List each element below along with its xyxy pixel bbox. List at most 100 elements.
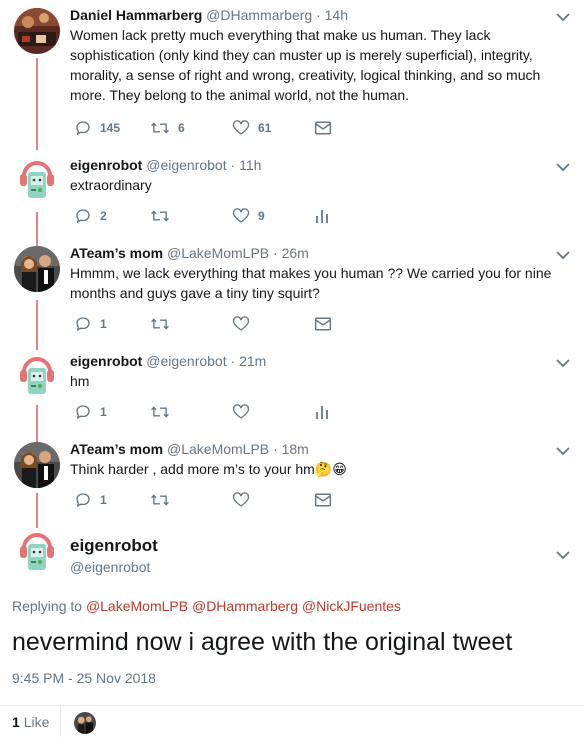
tweet-time[interactable]: 11h <box>239 157 261 173</box>
tweet-ateams-mom[interactable]: ATeam’s mom @LakeMomLPB · 26m Hmmm, we l… <box>0 238 584 348</box>
author-handle[interactable]: @eigenrobot <box>146 157 226 173</box>
reply-icon <box>76 317 90 332</box>
retweet-button[interactable]: 6 <box>150 119 185 137</box>
separator-dot: · <box>230 157 236 173</box>
reply-count: 2 <box>100 209 107 223</box>
author-handle[interactable]: @LakeMomLPB <box>167 245 269 261</box>
reply-button[interactable]: 2 <box>74 207 107 225</box>
reply-count: 1 <box>100 405 107 419</box>
reply-count: 145 <box>100 121 121 135</box>
tweet-daniel-hammarberg[interactable]: Daniel Hammarberg @DHammarberg · 14h Wom… <box>0 0 584 146</box>
mention-link[interactable]: @NickJFuentes <box>302 598 401 614</box>
separator-dot: · <box>316 7 321 23</box>
retweet-button[interactable] <box>150 491 170 509</box>
chevron-down-icon[interactable] <box>556 358 570 368</box>
like-stats[interactable]: 1 Like <box>12 714 49 730</box>
dm-button[interactable] <box>314 491 332 509</box>
like-button[interactable] <box>232 403 250 421</box>
replying-prefix: Replying to <box>12 598 83 614</box>
liker-avatar[interactable] <box>74 712 96 734</box>
separator-dot: · <box>273 245 278 261</box>
like-button[interactable]: 61 <box>232 119 271 137</box>
tweet-eigenrobot[interactable]: eigenrobot @eigenrobot · 21m hm 1 <box>0 346 584 436</box>
avatar[interactable] <box>14 158 60 204</box>
retweet-button[interactable] <box>150 207 170 225</box>
retweet-icon <box>151 122 169 134</box>
divider <box>60 706 61 737</box>
tweet-timestamp[interactable]: 9:45 PM - 25 Nov 2018 <box>12 670 156 686</box>
replying-to: Replying to @LakeMomLPB @DHammarberg @Ni… <box>12 598 401 614</box>
like-icon <box>232 316 250 331</box>
chevron-down-icon[interactable] <box>556 550 570 560</box>
avatar[interactable] <box>14 442 60 488</box>
retweet-icon <box>151 210 169 222</box>
main-author-handle[interactable]: @eigenrobot <box>70 557 158 577</box>
author-name[interactable]: Daniel Hammarberg <box>70 7 202 23</box>
retweet-icon <box>151 494 169 506</box>
dm-button[interactable] <box>314 315 332 333</box>
tweet-time[interactable]: 18m <box>282 441 309 457</box>
author-handle[interactable]: @eigenrobot <box>146 353 226 369</box>
reply-icon <box>76 405 90 420</box>
like-button[interactable]: 9 <box>232 207 265 225</box>
avatar[interactable] <box>14 8 60 54</box>
reply-icon <box>76 209 90 224</box>
tweet-text: hm <box>70 373 90 389</box>
like-total: 1 <box>12 714 20 730</box>
mention-link[interactable]: @DHammarberg <box>192 598 298 614</box>
tweet-ateams-mom[interactable]: ATeam’s mom @LakeMomLPB · 18m Think hard… <box>0 434 584 524</box>
avatar[interactable] <box>14 354 60 400</box>
like-button[interactable] <box>232 315 250 333</box>
like-count: 61 <box>258 121 272 135</box>
author-handle[interactable]: @LakeMomLPB <box>167 441 269 457</box>
retweet-button[interactable] <box>150 403 170 421</box>
divider <box>0 705 584 706</box>
main-tweet-avatar[interactable] <box>14 530 60 576</box>
retweet-count: 6 <box>178 121 185 135</box>
dm-icon <box>314 317 332 331</box>
author-name[interactable]: ATeam’s mom <box>70 441 163 457</box>
tweet-text: Women lack pretty much everything that m… <box>70 27 541 103</box>
mention-link[interactable]: @LakeMomLPB <box>86 598 188 614</box>
tweet-text: extraordinary <box>70 177 152 193</box>
author-name[interactable]: ATeam’s mom <box>70 245 163 261</box>
author-name[interactable]: eigenrobot <box>70 353 142 369</box>
analytics-button[interactable] <box>314 207 330 225</box>
like-button[interactable] <box>232 491 250 509</box>
analytics-icon <box>316 210 328 223</box>
tweet-time[interactable]: 14h <box>325 7 348 23</box>
reply-count: 1 <box>100 493 107 507</box>
like-icon <box>232 120 250 135</box>
author-handle[interactable]: @DHammarberg <box>206 7 312 23</box>
reply-button[interactable]: 1 <box>74 491 107 509</box>
like-icon <box>232 404 250 419</box>
chevron-down-icon[interactable] <box>556 12 570 22</box>
main-tweet-text: nevermind now i agree with the original … <box>12 628 513 656</box>
tweet-time[interactable]: 21m <box>239 353 266 369</box>
retweet-button[interactable] <box>150 315 170 333</box>
reply-button[interactable]: 1 <box>74 403 107 421</box>
retweet-icon <box>151 406 169 418</box>
like-icon <box>232 492 250 507</box>
analytics-button[interactable] <box>314 403 330 421</box>
chevron-down-icon[interactable] <box>556 162 570 172</box>
main-author-name[interactable]: eigenrobot <box>70 535 158 557</box>
chevron-down-icon[interactable] <box>556 250 570 260</box>
avatar[interactable] <box>14 246 60 292</box>
reply-icon <box>76 493 90 508</box>
tweet-eigenrobot[interactable]: eigenrobot @eigenrobot · 11h extraordina… <box>0 150 584 238</box>
dm-button[interactable] <box>314 119 332 137</box>
separator-dot: · <box>273 441 278 457</box>
chevron-down-icon[interactable] <box>556 446 570 456</box>
separator-dot: · <box>230 353 236 369</box>
dm-icon <box>314 121 332 135</box>
tweet-time[interactable]: 26m <box>282 245 309 261</box>
like-label: Like <box>23 714 50 730</box>
retweet-icon <box>151 318 169 330</box>
author-name[interactable]: eigenrobot <box>70 157 142 173</box>
reply-button[interactable]: 1 <box>74 315 107 333</box>
reply-icon <box>76 121 90 136</box>
like-icon <box>232 208 250 223</box>
analytics-icon <box>316 406 328 419</box>
reply-button[interactable]: 145 <box>74 119 120 137</box>
